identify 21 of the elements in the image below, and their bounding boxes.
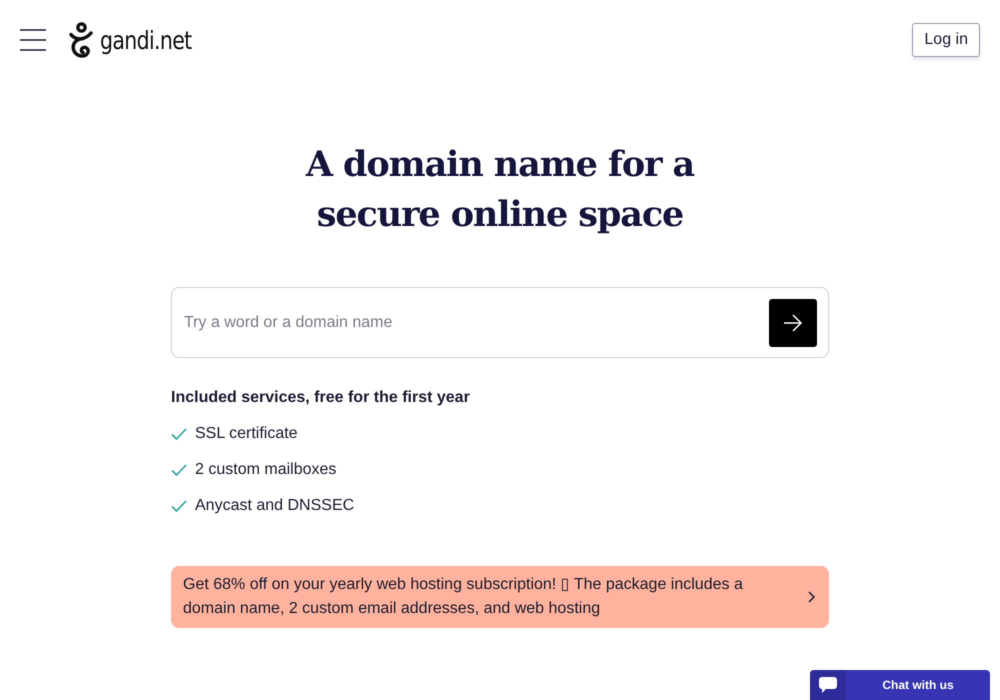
page-heading: A domain name for a secure online space — [304, 143, 696, 237]
logo-icon — [69, 22, 93, 58]
menu-icon — [20, 29, 46, 51]
services-heading: Included services, free for the first year — [171, 388, 471, 408]
check-icon — [171, 428, 187, 440]
arrow-right-icon — [783, 314, 803, 332]
menu-button[interactable] — [20, 29, 46, 51]
chevron-right-icon — [808, 591, 815, 603]
chat-button[interactable]: Chat with us — [810, 670, 990, 700]
login-button[interactable]: Log in — [912, 23, 980, 57]
chat-bubble-icon — [819, 676, 837, 694]
search-button[interactable] — [769, 298, 817, 346]
service-label: Anycast and DNSSEC — [195, 496, 354, 516]
search-box[interactable]: Try a word or a domain name — [171, 287, 829, 358]
service-label: SSL certificate — [195, 424, 298, 444]
check-icon — [171, 500, 187, 512]
promo-banner[interactable]: Get 68% off on your yearly web hosting subscription! ▯ The package includes a domain name, 2 custom email addresses, and web hosting — [171, 566, 829, 628]
search-field[interactable]: Try a word or a domain name — [184, 310, 769, 336]
service-label: 2 custom mailboxes — [195, 460, 336, 480]
check-icon — [171, 464, 187, 476]
logo-link[interactable]: gandi.net — [69, 22, 212, 58]
